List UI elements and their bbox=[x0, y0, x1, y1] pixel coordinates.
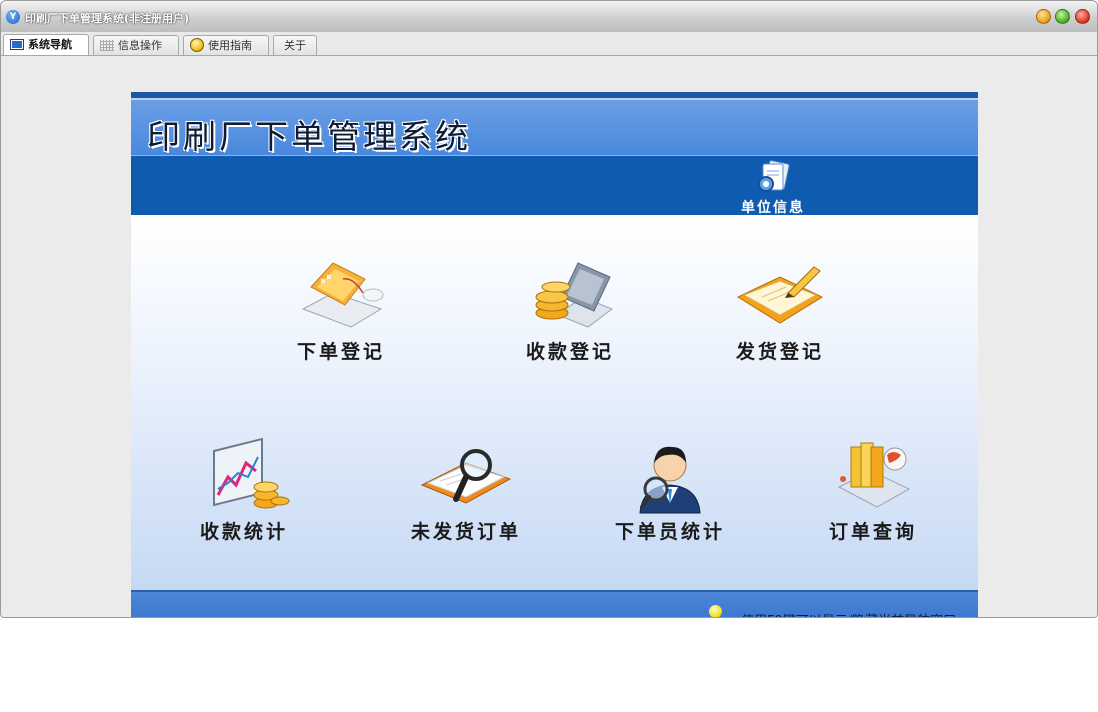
panel-footer: 使用F9键可以显示/隐藏当前导航窗口 bbox=[131, 590, 978, 617]
gear-document-icon bbox=[758, 160, 790, 192]
person-search-icon bbox=[639, 446, 701, 514]
navigation-panel: 印刷厂下单管理系统 单位信息 下单登记 收款登记 发货登记 收款统计 未发货订单… bbox=[131, 92, 978, 617]
panel-header: 印刷厂下单管理系统 bbox=[131, 98, 978, 156]
coins-laptop-icon bbox=[535, 262, 614, 328]
close-button[interactable] bbox=[1075, 9, 1090, 24]
payment-statistics-button[interactable]: 收款统计 bbox=[184, 437, 304, 544]
chart-coins-icon bbox=[213, 437, 290, 509]
order-register-button[interactable]: 下单登记 bbox=[281, 257, 401, 364]
coin-icon bbox=[190, 38, 204, 52]
unit-info-label: 单位信息 bbox=[741, 200, 805, 216]
minimize-button[interactable] bbox=[1036, 9, 1051, 24]
laptop-mouse-icon bbox=[301, 262, 384, 328]
app-logo-icon: Y bbox=[6, 10, 20, 24]
unit-info-button[interactable]: 单位信息 bbox=[737, 156, 809, 216]
tab-label: 信息操作 bbox=[118, 39, 162, 52]
app-window: Y 印刷厂下单管理系统(非注册用户) 系统导航 信息操作 使用指南 关于 印刷厂… bbox=[0, 0, 1098, 618]
panel-body: 下单登记 收款登记 发货登记 收款统计 未发货订单 下单员统计 订单查询 bbox=[131, 215, 978, 590]
tab-user-guide[interactable]: 使用指南 bbox=[183, 35, 269, 55]
panel-title: 印刷厂下单管理系统 bbox=[147, 117, 471, 156]
orderer-statistics-button[interactable]: 下单员统计 bbox=[610, 437, 730, 544]
footer-tip: 使用F9键可以显示/隐藏当前导航窗口 bbox=[741, 610, 956, 617]
folders-globe-icon bbox=[837, 442, 911, 508]
lightbulb-icon bbox=[709, 605, 722, 617]
monitor-icon bbox=[10, 39, 24, 50]
tab-bar: 系统导航 信息操作 使用指南 关于 bbox=[1, 32, 1097, 56]
content-area: 印刷厂下单管理系统 单位信息 下单登记 收款登记 发货登记 收款统计 未发货订单… bbox=[1, 56, 1097, 617]
shipment-register-label: 发货登记 bbox=[735, 341, 824, 363]
order-query-label: 订单查询 bbox=[828, 521, 917, 543]
payment-statistics-label: 收款统计 bbox=[199, 521, 288, 543]
unshipped-orders-label: 未发货订单 bbox=[410, 521, 521, 543]
tab-label: 关于 bbox=[284, 39, 306, 52]
tab-about[interactable]: 关于 bbox=[273, 35, 317, 55]
tab-label: 使用指南 bbox=[208, 39, 252, 52]
maximize-button[interactable] bbox=[1055, 9, 1070, 24]
order-register-label: 下单登记 bbox=[296, 341, 385, 363]
magnifier-book-icon bbox=[420, 449, 512, 504]
orderer-statistics-label: 下单员统计 bbox=[614, 521, 725, 543]
order-query-button[interactable]: 订单查询 bbox=[813, 437, 933, 544]
window-title: 印刷厂下单管理系统(非注册用户) bbox=[25, 12, 190, 25]
shipment-register-button[interactable]: 发货登记 bbox=[720, 257, 840, 364]
folder-pen-icon bbox=[736, 266, 824, 324]
panel-subbar: 单位信息 bbox=[131, 155, 978, 216]
payment-register-label: 收款登记 bbox=[525, 341, 614, 363]
tab-info-operations[interactable]: 信息操作 bbox=[93, 35, 179, 55]
tab-label: 系统导航 bbox=[28, 38, 72, 51]
grid-icon bbox=[100, 40, 114, 51]
payment-register-button[interactable]: 收款登记 bbox=[510, 257, 630, 364]
title-bar[interactable]: Y 印刷厂下单管理系统(非注册用户) bbox=[1, 1, 1097, 33]
tab-system-navigation[interactable]: 系统导航 bbox=[3, 34, 89, 55]
unshipped-orders-button[interactable]: 未发货订单 bbox=[406, 437, 526, 544]
